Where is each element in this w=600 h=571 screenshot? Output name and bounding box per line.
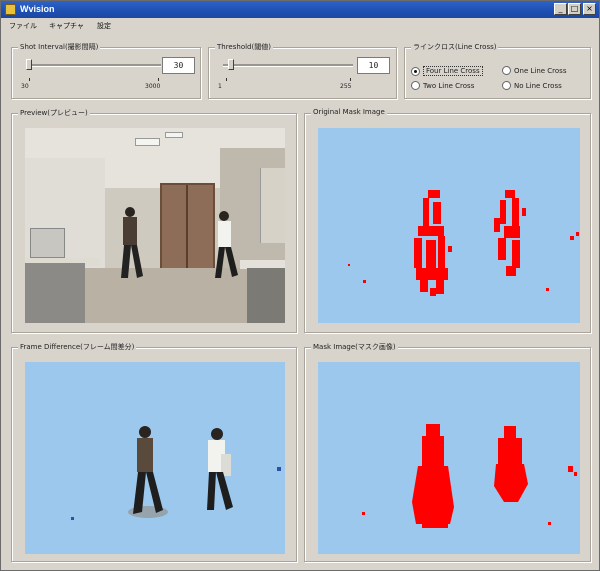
frame-difference-image xyxy=(25,362,285,554)
radio-one-line-cross[interactable]: One Line Cross xyxy=(502,66,566,75)
radio-four-line-cross[interactable]: Four Line Cross xyxy=(411,66,483,76)
menu-bar: ファイル キャプチャ 設定 xyxy=(1,19,599,32)
window-title: Wvision xyxy=(20,4,55,14)
radio-two-line-cross[interactable]: Two Line Cross xyxy=(411,81,474,90)
tick-mark xyxy=(158,78,159,81)
mask-speckles xyxy=(348,190,579,296)
threshold-label: Threshold(閾値) xyxy=(215,42,273,52)
threshold-max: 255 xyxy=(340,83,352,90)
difference-figures xyxy=(71,426,281,520)
people-figures xyxy=(121,207,238,278)
mask-image-panel: Mask Image(マスク画像) xyxy=(304,342,591,562)
title-bar[interactable]: Wvision _ □ × xyxy=(1,1,599,18)
maximize-button[interactable]: □ xyxy=(568,3,581,15)
shot-interval-track[interactable] xyxy=(26,64,161,67)
frame-difference-panel: Frame Difference(フレーム間差分) xyxy=(11,342,297,562)
shot-interval-input[interactable]: 30 xyxy=(162,57,195,74)
original-mask-image xyxy=(318,128,580,323)
mask-image-label: Mask Image(マスク画像) xyxy=(311,342,398,352)
shot-interval-max: 3000 xyxy=(145,83,161,90)
threshold-min: 1 xyxy=(218,83,222,90)
radio-label: Four Line Cross xyxy=(423,66,483,76)
mask-blobs xyxy=(362,424,577,528)
menu-file[interactable]: ファイル xyxy=(9,21,37,31)
radio-indicator[interactable] xyxy=(411,81,420,90)
preview-image xyxy=(25,128,285,323)
preview-panel: Preview(プレビュー) xyxy=(11,108,297,333)
minimize-button[interactable]: _ xyxy=(554,3,567,15)
tick-mark xyxy=(226,78,227,81)
tick-mark xyxy=(29,78,30,81)
line-cross-label: ラインクロス(Line Cross) xyxy=(411,42,499,52)
original-mask-label: Original Mask Image xyxy=(311,108,387,116)
preview-label: Preview(プレビュー) xyxy=(18,108,90,118)
threshold-input[interactable]: 10 xyxy=(357,57,390,74)
radio-no-line-cross[interactable]: No Line Cross xyxy=(502,81,562,90)
threshold-group: Threshold(閾値) 1 255 10 xyxy=(208,42,397,99)
original-mask-panel: Original Mask Image xyxy=(304,108,591,333)
threshold-track[interactable] xyxy=(223,64,353,67)
mask-image xyxy=(318,362,580,554)
radio-indicator[interactable] xyxy=(502,81,511,90)
line-cross-group: ラインクロス(Line Cross) Four Line Cross One L… xyxy=(404,42,591,99)
radio-indicator[interactable] xyxy=(502,66,511,75)
threshold-slider-thumb[interactable] xyxy=(227,59,234,70)
shot-interval-label: Shot Interval(撮影間隔) xyxy=(18,42,101,52)
close-button[interactable]: × xyxy=(583,3,596,15)
radio-label: No Line Cross xyxy=(514,81,562,90)
menu-settings[interactable]: 設定 xyxy=(97,21,111,31)
tick-mark xyxy=(350,78,351,81)
app-window: Wvision _ □ × ファイル キャプチャ 設定 Shot Interva… xyxy=(0,0,600,571)
radio-label: Two Line Cross xyxy=(423,81,475,90)
radio-label: One Line Cross xyxy=(514,66,567,75)
app-icon xyxy=(5,4,16,15)
frame-difference-label: Frame Difference(フレーム間差分) xyxy=(18,342,137,352)
shot-interval-slider-thumb[interactable] xyxy=(26,59,32,70)
shot-interval-min: 30 xyxy=(21,83,29,90)
menu-capture[interactable]: キャプチャ xyxy=(49,21,84,31)
shot-interval-group: Shot Interval(撮影間隔) 30 3000 30 xyxy=(11,42,201,99)
radio-indicator[interactable] xyxy=(411,66,420,76)
